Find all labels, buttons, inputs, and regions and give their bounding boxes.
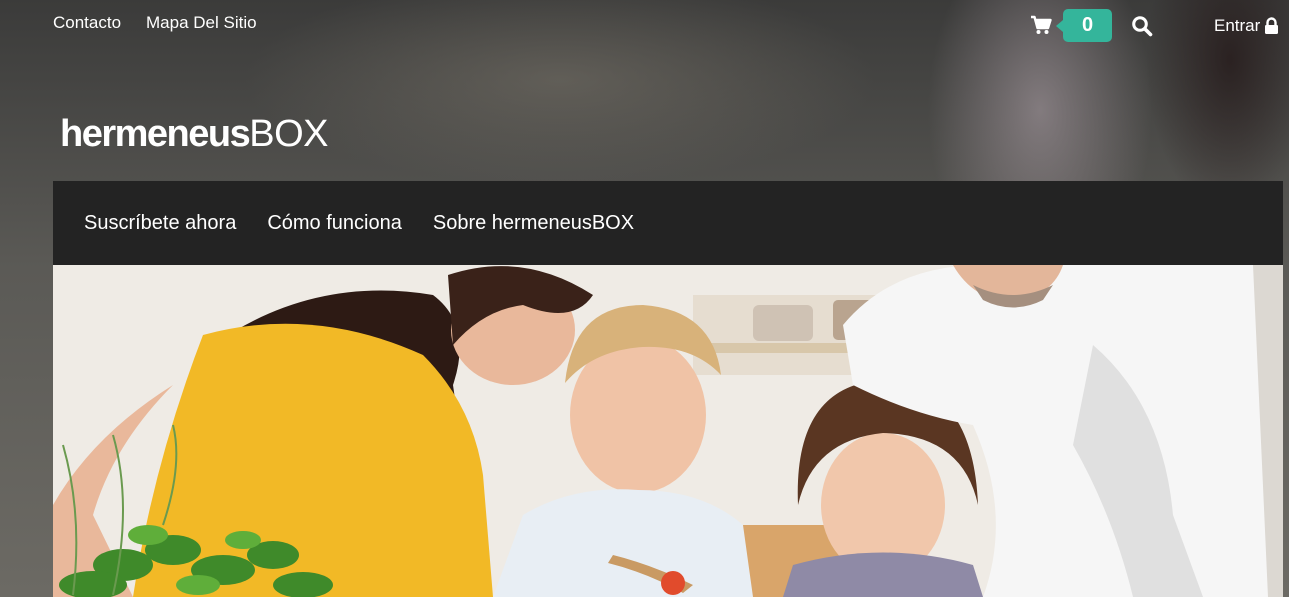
nav-item-subscribe[interactable]: Suscríbete ahora [84, 211, 236, 235]
nav-item-how-it-works[interactable]: Cómo funciona [267, 211, 402, 235]
top-bar: Contacto Mapa Del Sitio 0 Entrar [0, 0, 1289, 50]
contact-link[interactable]: Contacto [53, 13, 121, 33]
hero-image [53, 265, 1283, 597]
cart-count-badge[interactable]: 0 [1056, 9, 1112, 42]
shopping-cart-icon[interactable] [1030, 14, 1052, 36]
login-link[interactable]: Entrar [1214, 16, 1279, 36]
nav-item-about[interactable]: Sobre hermeneusBOX [433, 211, 634, 235]
sitemap-link[interactable]: Mapa Del Sitio [146, 13, 257, 33]
brand-name-bold: hermeneus [60, 113, 251, 155]
main-navigation: Suscríbete ahora Cómo funciona Sobre her… [53, 181, 1283, 265]
brand-logo[interactable]: hermeneusBOX [60, 112, 328, 156]
brand-name-light: BOX [249, 113, 328, 155]
login-label: Entrar [1214, 16, 1261, 35]
search-icon[interactable] [1131, 15, 1153, 37]
lock-icon [1264, 17, 1279, 35]
family-cooking-illustration [53, 265, 1283, 597]
